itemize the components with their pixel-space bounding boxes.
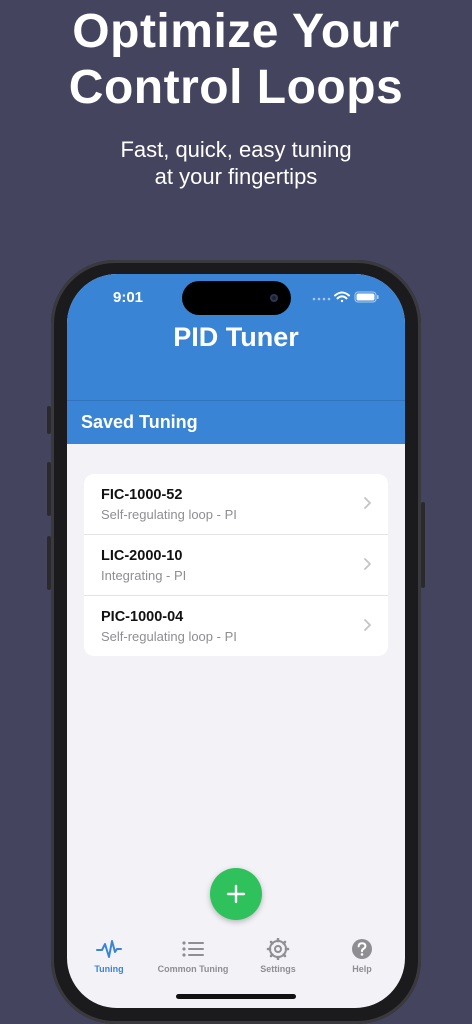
section-title: Saved Tuning xyxy=(81,412,198,432)
status-time: 9:01 xyxy=(113,289,144,306)
saved-tuning-list: FIC-1000-52 Self-regulating loop - PI LI… xyxy=(84,474,388,656)
list-item[interactable]: FIC-1000-52 Self-regulating loop - PI xyxy=(84,474,388,535)
question-circle-icon xyxy=(352,939,372,959)
status-icons xyxy=(312,291,379,303)
headline-line-1: Optimize Your xyxy=(72,5,400,58)
phone-action-button xyxy=(47,406,51,434)
plus-icon xyxy=(226,884,246,904)
tab-label: Common Tuning xyxy=(157,964,229,974)
phone-volume-down-button xyxy=(47,536,51,590)
list-icon xyxy=(182,941,204,957)
app-title: PID Tuner xyxy=(173,322,299,352)
gear-icon xyxy=(266,938,290,960)
list-item-title: LIC-2000-10 xyxy=(101,548,183,564)
subline-line-2: at your fingertips xyxy=(154,164,318,189)
tab-common-tuning[interactable]: Common Tuning xyxy=(151,938,235,988)
wifi-icon xyxy=(334,291,350,303)
list-item[interactable]: LIC-2000-10 Integrating - PI xyxy=(84,535,388,596)
phone-volume-up-button xyxy=(47,462,51,516)
chevron-right-icon xyxy=(364,497,371,509)
navigation-header: 9:01 PID Tuner Saved Tuning xyxy=(67,274,405,444)
list-item-subtitle: Self-regulating loop - PI xyxy=(101,629,237,644)
list-item[interactable]: PIC-1000-04 Self-regulating loop - PI xyxy=(84,596,388,656)
list-item-subtitle: Self-regulating loop - PI xyxy=(101,507,237,522)
phone-power-button xyxy=(421,502,425,588)
chevron-right-icon xyxy=(364,619,371,631)
tab-tuning[interactable]: Tuning xyxy=(67,938,151,988)
dynamic-island xyxy=(182,281,291,315)
tab-label: Help xyxy=(352,964,372,974)
promo-subline: Fast, quick, easy tuning at your fingert… xyxy=(0,136,472,190)
waveform-icon xyxy=(96,940,122,958)
header-divider xyxy=(67,400,405,401)
chevron-right-icon xyxy=(364,558,371,570)
signal-icon xyxy=(312,297,331,301)
tab-label: Settings xyxy=(260,964,296,974)
headline-line-2: Control Loops xyxy=(68,61,404,114)
camera-icon xyxy=(270,294,278,302)
list-item-title: PIC-1000-04 xyxy=(101,609,184,625)
tab-settings[interactable]: Settings xyxy=(236,938,320,988)
phone-screen: 9:01 PID Tuner Saved Tuning FIC-1000-52 … xyxy=(67,274,405,1008)
add-tuning-button[interactable] xyxy=(210,868,262,920)
tab-help[interactable]: Help xyxy=(320,938,404,988)
promo-headline: Optimize Your Control Loops xyxy=(0,4,472,116)
list-item-subtitle: Integrating - PI xyxy=(101,568,187,583)
home-indicator[interactable] xyxy=(176,994,296,999)
list-item-title: FIC-1000-52 xyxy=(101,487,183,503)
tab-label: Tuning xyxy=(94,964,124,974)
battery-icon xyxy=(354,291,379,303)
subline-line-1: Fast, quick, easy tuning xyxy=(120,137,352,162)
